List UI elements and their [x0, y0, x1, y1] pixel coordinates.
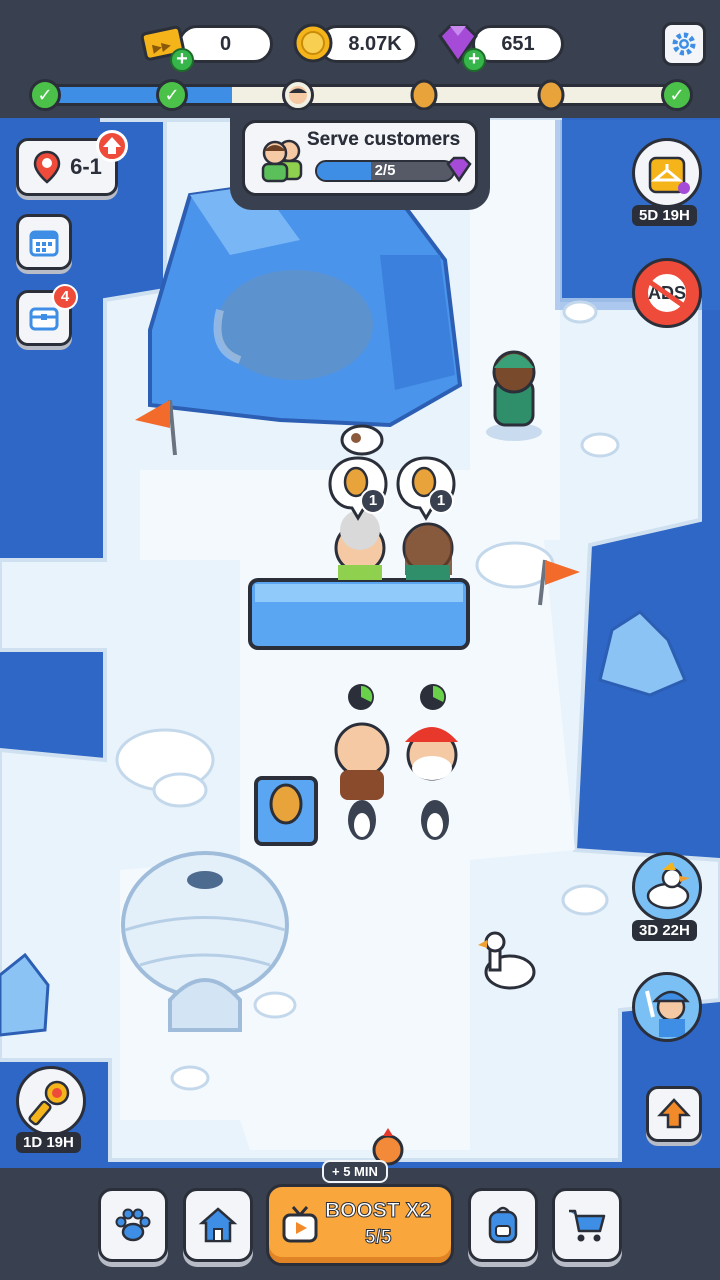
shop-button[interactable]: [552, 1188, 622, 1262]
order-bubble: 1: [396, 456, 456, 521]
outfit-event-timer: 5D 19H: [632, 205, 697, 226]
order-count-badge: 1: [428, 488, 454, 514]
calendar-button[interactable]: [16, 214, 72, 270]
level-up-arrow-icon: [96, 130, 128, 162]
house-icon: [198, 1207, 238, 1243]
torch-event-button[interactable]: [16, 1066, 86, 1136]
boost-label: BOOST X2: [324, 1199, 432, 1223]
no-ads-button[interactable]: ADS: [632, 258, 702, 328]
paw-icon: [115, 1208, 151, 1242]
egg-crate: [254, 776, 318, 846]
milestone-egg-icon: [535, 79, 567, 111]
outfit-event-button[interactable]: [632, 138, 702, 208]
boost-count: 5/5: [364, 1227, 392, 1249]
quest-progress-bar: 2/5: [315, 160, 455, 182]
level-label: 6-1: [70, 154, 102, 179]
map-pin-icon: [33, 150, 61, 184]
duck-event-button[interactable]: [632, 852, 702, 922]
upgrade-button[interactable]: [646, 1086, 702, 1142]
character-button[interactable]: [632, 972, 702, 1042]
chest-icon: [29, 307, 59, 331]
tv-play-icon: [282, 1206, 318, 1243]
arrow-up-icon: [657, 1098, 691, 1129]
tickets-value: 0: [219, 32, 232, 55]
gear-icon: [672, 32, 696, 56]
settings-button[interactable]: [662, 22, 706, 66]
calendar-icon: [29, 230, 59, 257]
milestone-check-icon: ✓: [156, 79, 188, 111]
backpack-icon: [488, 1206, 518, 1244]
home-button[interactable]: [183, 1188, 253, 1262]
quest-progress-text: 2/5: [374, 162, 396, 179]
boost-button[interactable]: BOOST X2 5/5: [266, 1184, 454, 1266]
milestone-check-icon: ✓: [29, 79, 61, 111]
backpack-button[interactable]: [468, 1188, 538, 1262]
villager: [486, 350, 542, 441]
order-bubble: 1: [328, 456, 388, 521]
ice-counter: [248, 578, 470, 650]
boost-bonus-label: + 5 MIN: [322, 1160, 388, 1183]
coins-value: 8.07K: [348, 32, 402, 55]
hanger-suitcase-icon: [648, 156, 690, 194]
milestone-check-icon: ✓: [661, 79, 693, 111]
milestone-customer-icon: [282, 79, 314, 111]
customers-icon: [261, 139, 303, 183]
torch-event-timer: 1D 19H: [16, 1132, 81, 1153]
level-progress-fill: [41, 87, 232, 103]
level-progress-bar: [38, 84, 680, 106]
character-avatar-icon: [645, 990, 690, 1037]
add-tickets-button[interactable]: +: [170, 48, 194, 72]
cart-icon: [569, 1209, 606, 1242]
duck-event-timer: 3D 22H: [632, 920, 697, 941]
pets-button[interactable]: [98, 1188, 168, 1262]
gems-value: 651: [501, 32, 535, 55]
gem-reward-icon: [446, 156, 472, 183]
order-count-badge: 1: [360, 488, 386, 514]
quest-title: Serve customers: [307, 129, 461, 150]
milestone-egg-icon: [408, 79, 440, 111]
frozen-mammoth-block: [148, 182, 463, 428]
quest-card[interactable]: Serve customers 2/5: [242, 120, 478, 196]
add-gems-button[interactable]: +: [462, 48, 486, 72]
torch-icon: [28, 1080, 70, 1126]
coin-icon: [292, 22, 334, 69]
inventory-badge: 4: [52, 284, 78, 310]
duck-icon: [646, 862, 690, 910]
